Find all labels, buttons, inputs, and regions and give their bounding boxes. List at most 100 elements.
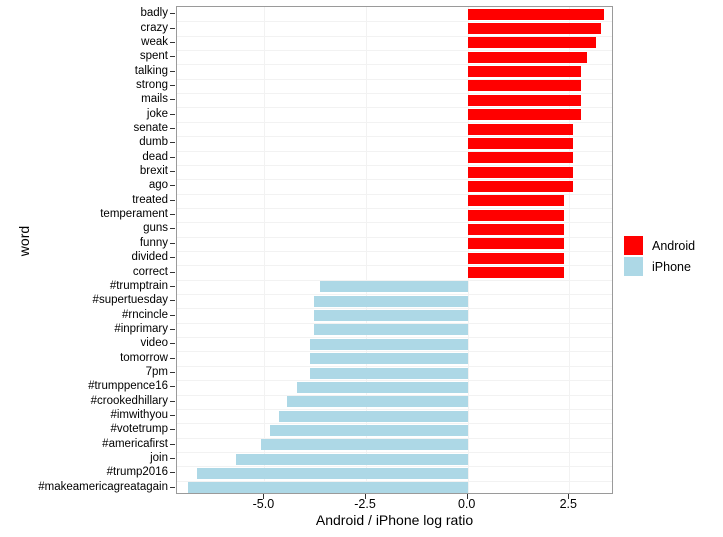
bar-joke	[467, 109, 582, 121]
y-tick-label: mails	[141, 93, 168, 106]
x-tick-label: -5.0	[252, 497, 275, 511]
bar-talking	[467, 66, 582, 78]
y-tick-mark	[170, 486, 175, 488]
y-tick-label: #supertuesday	[92, 294, 168, 307]
y-tick-mark	[170, 357, 175, 359]
bar--trumptrain	[320, 281, 468, 293]
y-tick-label: joke	[146, 107, 168, 120]
chart-root: word Android / iPhone log ratio badly cra…	[0, 0, 723, 537]
y-tick-mark	[170, 271, 175, 273]
y-tick-mark	[170, 41, 175, 43]
y-tick-label: #votetrump	[110, 423, 168, 436]
x-tick-label: -2.5	[354, 497, 376, 511]
y-tick-label: dead	[142, 150, 168, 163]
y-tick-label: spent	[139, 50, 168, 63]
legend-swatch-android	[624, 236, 643, 255]
y-tick-mark	[170, 128, 175, 129]
bar--votetrump	[270, 424, 468, 436]
bar-divided	[467, 252, 564, 264]
x-axis-title: Android / iPhone log ratio	[315, 512, 474, 528]
y-tick-mark	[170, 242, 175, 244]
y-tick-label: funny	[139, 236, 168, 249]
y-tick-label: #trumptrain	[109, 279, 168, 292]
y-tick-mark	[170, 214, 175, 216]
y-tick-mark	[170, 142, 175, 144]
legend-label: Android	[652, 238, 696, 253]
y-tick-label: #americafirst	[102, 437, 168, 450]
x-tick-label: 2.5	[559, 497, 577, 511]
legend-item-android: Android	[624, 235, 719, 256]
bar-mails	[467, 94, 582, 106]
y-tick-mark	[170, 27, 175, 29]
bar-temperament	[467, 209, 564, 221]
y-tick-mark	[170, 458, 175, 460]
y-tick-mark	[170, 228, 175, 230]
bar--rncincle	[314, 310, 468, 322]
y-tick-mark	[170, 257, 175, 259]
y-tick-mark	[170, 13, 175, 15]
bar-spent	[467, 51, 587, 63]
bar--trumppence16	[296, 381, 468, 393]
y-tick-label: 7pm	[145, 366, 168, 378]
legend: Android iPhone	[624, 235, 719, 277]
bar-strong	[467, 80, 582, 92]
y-tick-mark	[170, 285, 175, 287]
bar--supertuesday	[314, 295, 468, 307]
y-tick-label: ago	[148, 179, 168, 192]
bar-crazy	[467, 23, 601, 35]
y-tick-mark	[170, 70, 175, 72]
bar-treated	[467, 195, 564, 207]
legend-swatch-iphone	[624, 257, 643, 276]
gridline-vertical	[264, 7, 266, 493]
x-tick-label: 0.0	[457, 497, 476, 511]
y-tick-mark	[170, 328, 175, 330]
y-tick-mark	[170, 199, 175, 201]
bar-dead	[467, 152, 574, 164]
bar--crookedhillary	[286, 396, 468, 408]
y-axis-title: word	[16, 225, 32, 257]
y-tick-label: guns	[143, 222, 168, 235]
y-tick-label: correct	[132, 265, 168, 278]
y-tick-mark	[170, 429, 175, 431]
y-tick-mark	[170, 185, 175, 187]
bar-ago	[467, 180, 574, 192]
bar-7pm	[309, 367, 468, 379]
y-tick-label: #trump2016	[106, 466, 168, 479]
bar-join	[236, 453, 468, 465]
y-tick-label: tomorrow	[120, 351, 168, 364]
y-tick-label: treated	[132, 193, 168, 206]
bar--makeamericagreatagain	[188, 482, 468, 493]
y-tick-label: #imwithyou	[110, 409, 168, 422]
y-tick-mark	[170, 472, 175, 474]
bar-brexit	[467, 166, 574, 178]
y-tick-label: talking	[134, 64, 168, 77]
y-tick-mark	[170, 56, 175, 58]
bar-tomorrow	[309, 353, 468, 365]
y-tick-label: #rncincle	[121, 308, 168, 321]
y-tick-mark	[170, 343, 175, 345]
bar-dumb	[467, 137, 574, 149]
y-tick-mark	[170, 84, 175, 86]
bar-correct	[467, 267, 564, 279]
legend-label: iPhone	[652, 259, 691, 274]
y-tick-mark	[170, 443, 175, 445]
y-tick-mark	[170, 156, 175, 158]
y-tick-label: senate	[133, 122, 168, 134]
y-tick-mark	[170, 415, 175, 417]
y-tick-label: dumb	[139, 136, 168, 149]
y-tick-label: strong	[136, 78, 168, 91]
y-tick-mark	[170, 386, 175, 388]
y-tick-label: brexit	[139, 165, 168, 178]
y-tick-mark	[170, 113, 175, 115]
bar-guns	[467, 223, 564, 235]
y-tick-mark	[170, 372, 175, 373]
plot-panel	[176, 6, 613, 494]
bar-funny	[467, 238, 564, 250]
y-tick-label: #inprimary	[114, 322, 168, 335]
y-tick-mark	[170, 99, 175, 101]
y-tick-label: weak	[141, 35, 168, 48]
y-tick-label: divided	[131, 251, 168, 264]
y-tick-mark	[170, 171, 175, 173]
bar--imwithyou	[278, 410, 468, 422]
bar-senate	[467, 123, 574, 135]
